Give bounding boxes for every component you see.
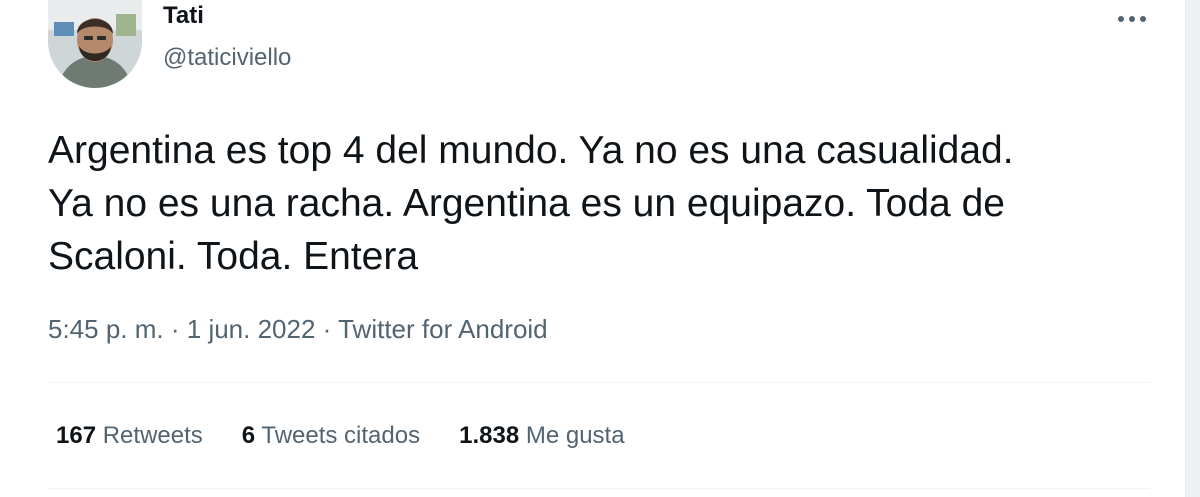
likes-count: 1.838 <box>459 422 520 449</box>
tweet-date: 1 jun. 2022 <box>186 314 316 344</box>
more-horizontal-icon <box>1118 16 1146 22</box>
page-scroll-edge <box>1185 0 1200 497</box>
tweet-time: 5:45 p. m. <box>48 314 164 344</box>
meta-separator: · <box>170 314 180 344</box>
likes-label: Me gusta <box>525 422 625 449</box>
author-handle[interactable]: @taticiviello <box>163 44 291 72</box>
quote-tweets-stat[interactable]: 6 Tweets citados <box>242 422 420 450</box>
more-options-button[interactable] <box>1108 4 1156 34</box>
meta-separator: · <box>322 314 332 344</box>
tweet-metadata: 5:45 p. m. · 1 jun. 2022 · Twitter for A… <box>48 314 548 345</box>
tweet-stats: 167 Retweets 6 Tweets citados 1.838 Me g… <box>56 422 664 450</box>
quote-tweets-count: 6 <box>241 422 256 449</box>
avatar-photo <box>48 0 142 88</box>
retweets-label: Retweets <box>102 422 203 449</box>
tweet-time-link[interactable]: 5:45 p. m. · 1 jun. 2022 <box>48 314 315 344</box>
tweet-text: Argentina es top 4 del mundo. Ya no es u… <box>48 129 1014 278</box>
likes-stat[interactable]: 1.838 Me gusta <box>459 422 624 450</box>
retweets-stat[interactable]: 167 Retweets <box>56 422 203 450</box>
tweet-source-link[interactable]: Twitter for Android <box>338 314 548 344</box>
retweets-count: 167 <box>56 422 97 449</box>
avatar[interactable] <box>48 0 142 88</box>
quote-tweets-label: Tweets citados <box>261 422 421 449</box>
divider <box>48 382 1150 383</box>
author-display-name[interactable]: Tati <box>163 2 204 30</box>
divider <box>48 488 1150 489</box>
